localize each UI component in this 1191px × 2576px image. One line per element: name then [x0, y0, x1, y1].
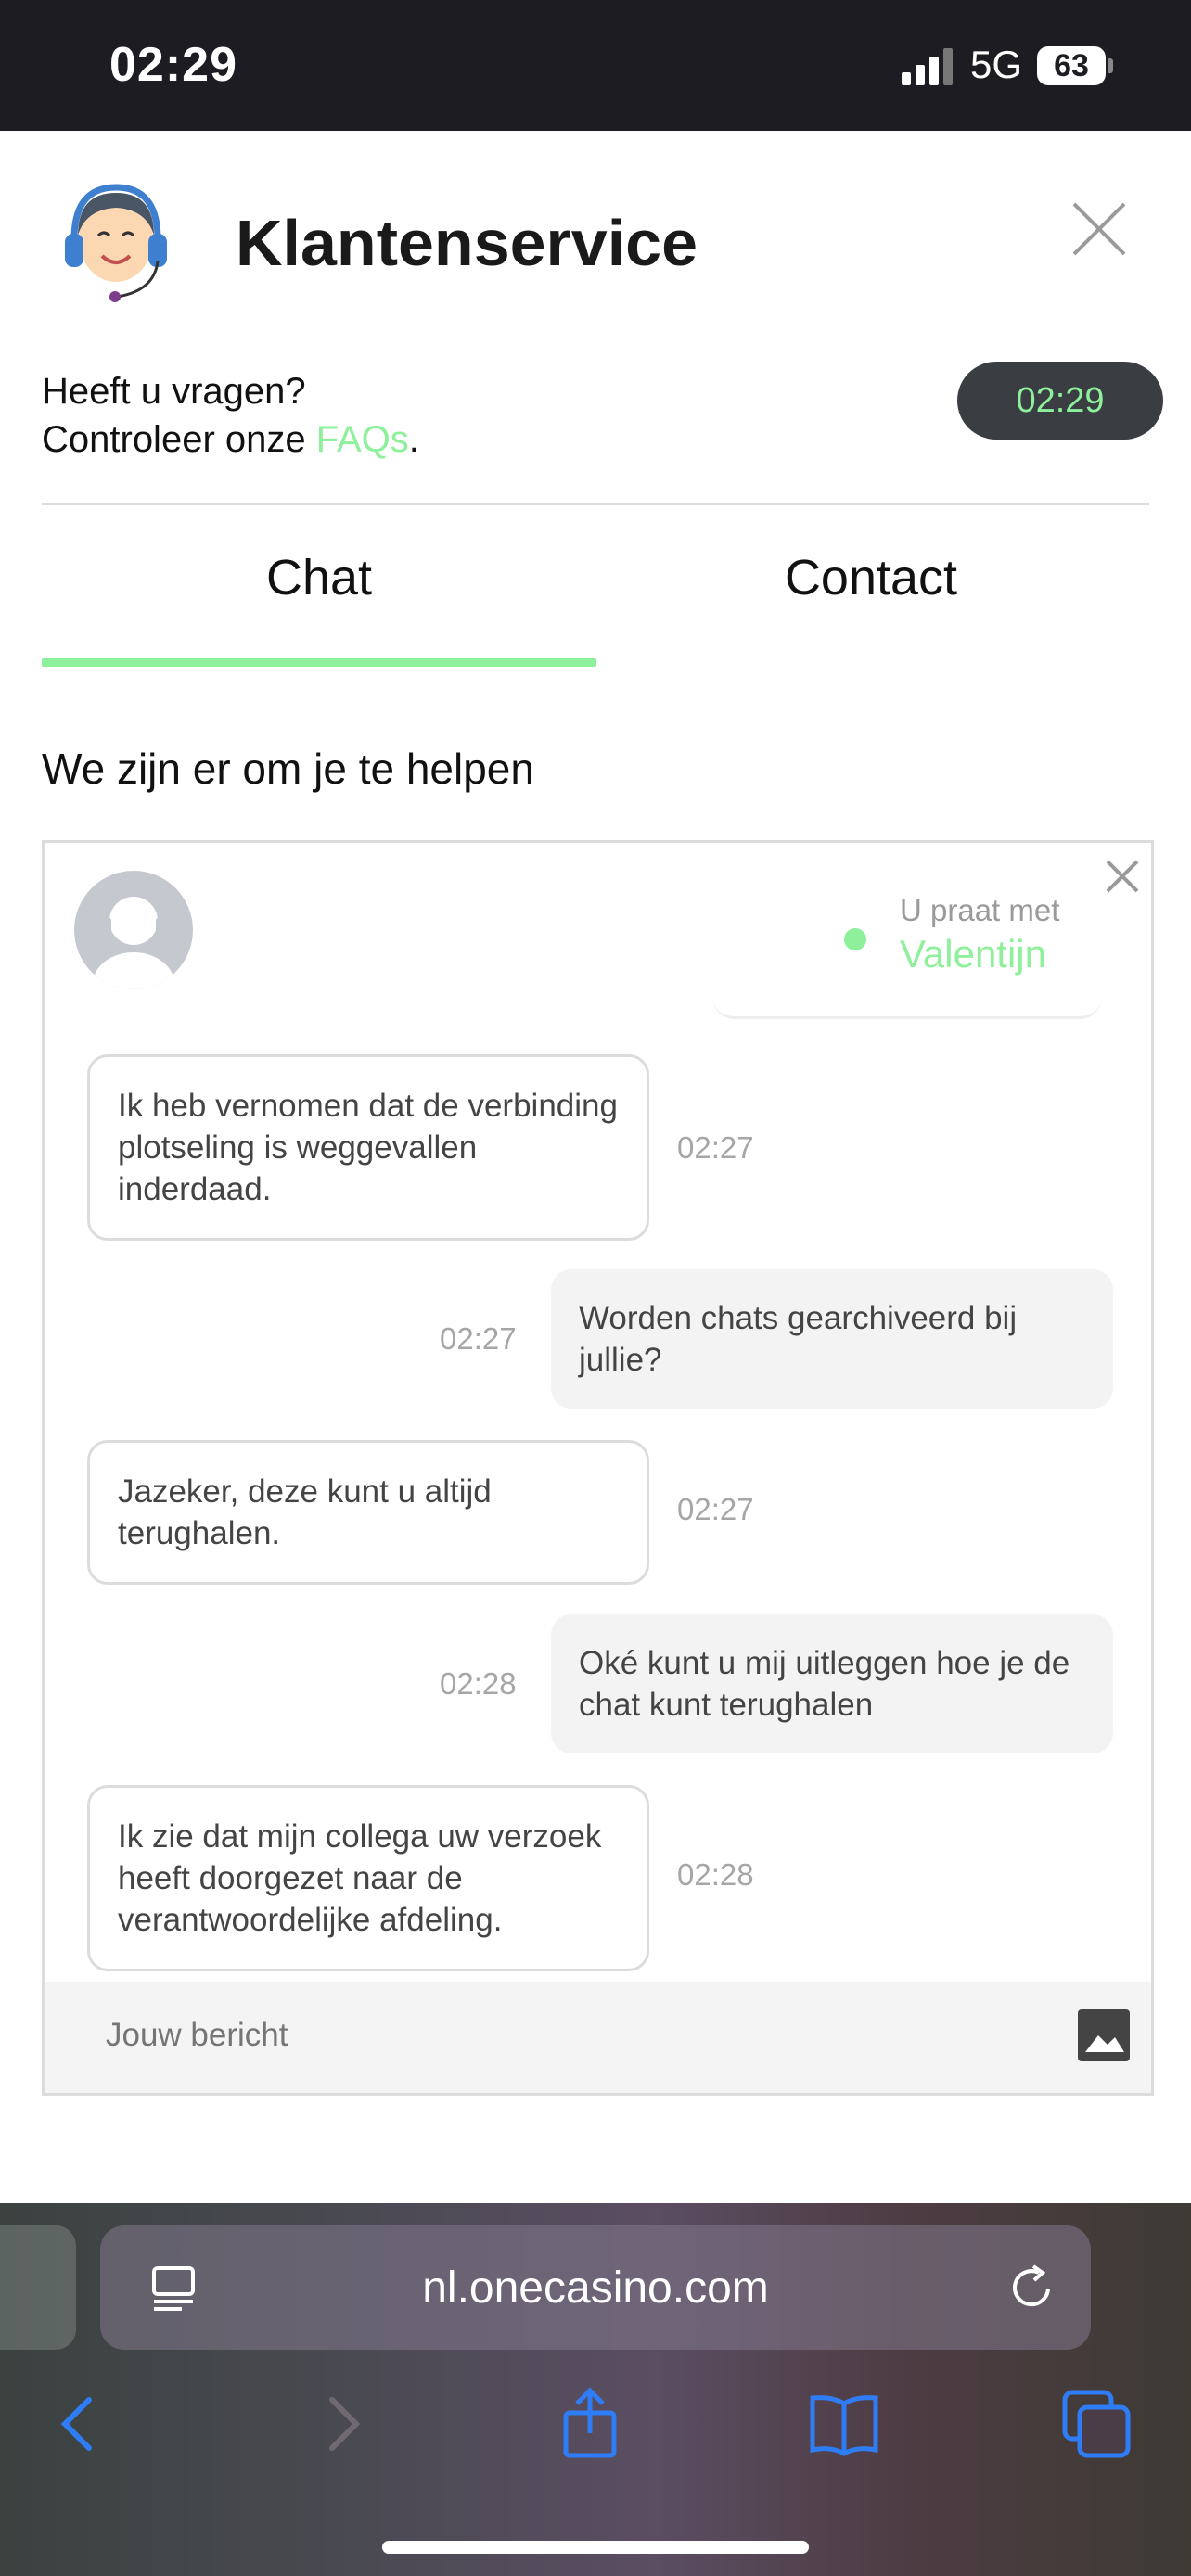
message-bubble-user: Oké kunt u mij uitleggen hoe je de chat …	[551, 1614, 1113, 1753]
message-input[interactable]	[106, 2017, 941, 2054]
back-icon[interactable]	[41, 2385, 119, 2463]
timer-badge: 02:29	[957, 362, 1163, 440]
page-title: Klantenservice	[236, 207, 698, 279]
agent-headset-icon	[65, 184, 167, 302]
tab-contact[interactable]: Contact	[594, 549, 1148, 606]
tab-chat[interactable]: Chat	[42, 549, 596, 606]
browser-toolbar: nl.onecasino.com	[0, 2203, 1191, 2576]
faq-link[interactable]: FAQs	[316, 419, 409, 460]
previous-message-edge	[712, 991, 1102, 1019]
faq-line1: Heeft u vragen?	[42, 371, 306, 412]
message-time: 02:28	[677, 1857, 754, 1892]
helper-heading: We zijn er om je te helpen	[42, 745, 534, 793]
active-tab-indicator	[42, 658, 596, 667]
status-time: 02:29	[109, 38, 237, 92]
faq-line2-prefix: Controleer onze	[42, 419, 316, 460]
online-status-dot	[844, 928, 866, 950]
tabs-icon[interactable]	[1057, 2385, 1135, 2463]
message-bubble-user: Worden chats gearchiveerd bij jullie?	[551, 1269, 1113, 1409]
address-bar[interactable]: nl.onecasino.com	[100, 2225, 1091, 2350]
close-icon[interactable]	[1069, 198, 1130, 260]
home-indicator	[382, 2541, 809, 2554]
network-type: 5G	[970, 43, 1023, 86]
battery-icon: 63	[1037, 46, 1113, 85]
faq-line2: Controleer onze FAQs.	[42, 415, 419, 464]
message-time: 02:28	[440, 1666, 517, 1701]
signal-icon	[902, 48, 953, 85]
agent-name: Valentijn	[900, 932, 1046, 976]
faq-text: Heeft u vragen? Controleer onze FAQs.	[42, 367, 419, 464]
battery-level: 63	[1037, 46, 1106, 85]
divider	[42, 503, 1149, 505]
message-composer	[45, 1982, 1151, 2093]
message-time: 02:27	[440, 1321, 517, 1356]
faq-line2-suffix: .	[408, 419, 419, 460]
talking-with-label: U praat met	[900, 893, 1060, 927]
previous-tab[interactable]	[0, 2225, 76, 2350]
agent-avatar-icon	[74, 871, 193, 989]
message-bubble-agent: Ik zie dat mijn collega uw verzoek heeft…	[87, 1785, 649, 1971]
message-time: 02:27	[677, 1130, 754, 1165]
message-time: 02:27	[677, 1492, 754, 1526]
chat-close-icon[interactable]	[1102, 856, 1143, 897]
message-bubble-agent: Ik heb vernomen dat de verbinding plotse…	[87, 1054, 649, 1241]
reload-icon[interactable]	[1005, 2261, 1059, 2315]
image-upload-icon[interactable]	[1078, 2009, 1130, 2061]
chat-window: U praat met Valentijn Ik heb vernomen da…	[42, 840, 1154, 2096]
bookmarks-icon[interactable]	[805, 2385, 883, 2463]
status-bar: 02:29 5G 63	[0, 0, 1191, 131]
share-icon[interactable]	[551, 2385, 629, 2463]
url-text: nl.onecasino.com	[422, 2264, 769, 2313]
forward-icon[interactable]	[302, 2385, 380, 2463]
message-bubble-agent: Jazeker, deze kunt u altijd terughalen.	[87, 1440, 649, 1585]
